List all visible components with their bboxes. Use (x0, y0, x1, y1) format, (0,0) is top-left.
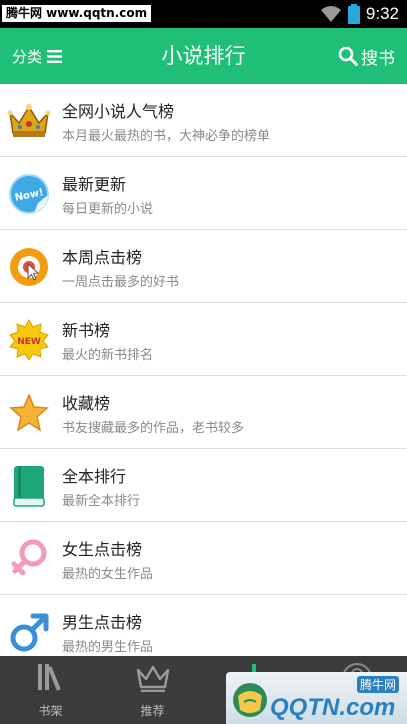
category-button[interactable]: 分类 (12, 28, 63, 84)
status-time: 9:32 (365, 4, 399, 23)
ranking-item-new-books[interactable]: NEW 新书榜 最火的新书排名 (0, 303, 407, 376)
ranking-subtitle: 最火的新书排名 (62, 348, 154, 363)
wifi-icon (320, 6, 341, 22)
logo-mark-icon (233, 683, 267, 717)
bookshelf-icon (37, 664, 61, 691)
male-icon (6, 609, 52, 655)
ranking-list: 全网小说人气榜 本月最火最热的书，大神必争的榜单 Now! 最新更新 每日更新的… (0, 84, 407, 656)
ranking-subtitle: 每日更新的小说 (62, 202, 154, 217)
ranking-title: 收藏榜 (62, 394, 111, 413)
ranking-subtitle: 最新全本排行 (62, 494, 141, 509)
ranking-item-female[interactable]: 女生点击榜 最热的女生作品 (0, 522, 407, 595)
ranking-subtitle: 一周点击最多的好书 (62, 275, 180, 290)
tab-bookshelf[interactable]: 书架 (0, 656, 101, 724)
menu-icon (47, 49, 63, 63)
watermark-text: 腾牛网 www.qqtn.com (2, 5, 152, 22)
ranking-title: 全本排行 (62, 467, 127, 486)
ranking-title: 新书榜 (62, 321, 111, 340)
battery-icon (347, 4, 360, 24)
search-button[interactable]: 搜书 (338, 28, 395, 84)
crown-outline-icon (136, 665, 169, 692)
ranking-title: 男生点击榜 (62, 613, 143, 632)
tab-recommend[interactable]: 推荐 (102, 656, 203, 724)
ranking-subtitle: 最热的男生作品 (62, 640, 154, 655)
crown-icon (6, 98, 52, 144)
tab-recommend-label: 推荐 (140, 704, 165, 718)
ranking-subtitle: 本月最火最热的书，大神必争的榜单 (62, 129, 271, 144)
new-star-icon: NEW (6, 317, 52, 363)
new-star-text: NEW (17, 337, 41, 347)
ranking-title: 本周点击榜 (62, 248, 143, 267)
ranking-title: 最新更新 (62, 175, 127, 194)
search-label: 搜书 (361, 48, 395, 69)
tab-bookshelf-label: 书架 (38, 704, 63, 718)
category-label: 分类 (12, 47, 43, 66)
search-icon (338, 46, 358, 66)
ranking-subtitle: 书友搜藏最多的作品，老书较多 (62, 421, 245, 436)
star-icon (6, 390, 52, 436)
logo-small-text: 腾牛网 (356, 676, 399, 693)
ranking-title: 全网小说人气榜 (62, 102, 175, 121)
logo-text: QQTN.com (270, 694, 396, 721)
cursor-target-icon (6, 244, 52, 290)
ranking-item-complete[interactable]: 全本排行 最新全本排行 (0, 449, 407, 522)
ranking-title: 女生点击榜 (62, 540, 143, 559)
status-icons: 9:32 (320, 0, 399, 28)
app-header: 分类 小说排行 搜书 (0, 28, 407, 84)
female-icon (6, 536, 52, 582)
book-icon (6, 463, 52, 509)
ranking-subtitle: 最热的女生作品 (62, 567, 154, 582)
ranking-item-favorites[interactable]: 收藏榜 书友搜藏最多的作品，老书较多 (0, 376, 407, 449)
ranking-item-male[interactable]: 男生点击榜 最热的男生作品 (0, 595, 407, 656)
new-badge-icon: Now! (6, 171, 52, 217)
ranking-item-weekly-clicks[interactable]: 本周点击榜 一周点击最多的好书 (0, 230, 407, 303)
status-bar: 腾牛网 www.qqtn.com 9:32 (0, 0, 407, 28)
ranking-item-latest[interactable]: Now! 最新更新 每日更新的小说 (0, 157, 407, 230)
ranking-item-popular[interactable]: 全网小说人气榜 本月最火最热的书，大神必争的榜单 (0, 84, 407, 157)
logo-watermark: QQTN.com 腾牛网 (226, 672, 407, 724)
